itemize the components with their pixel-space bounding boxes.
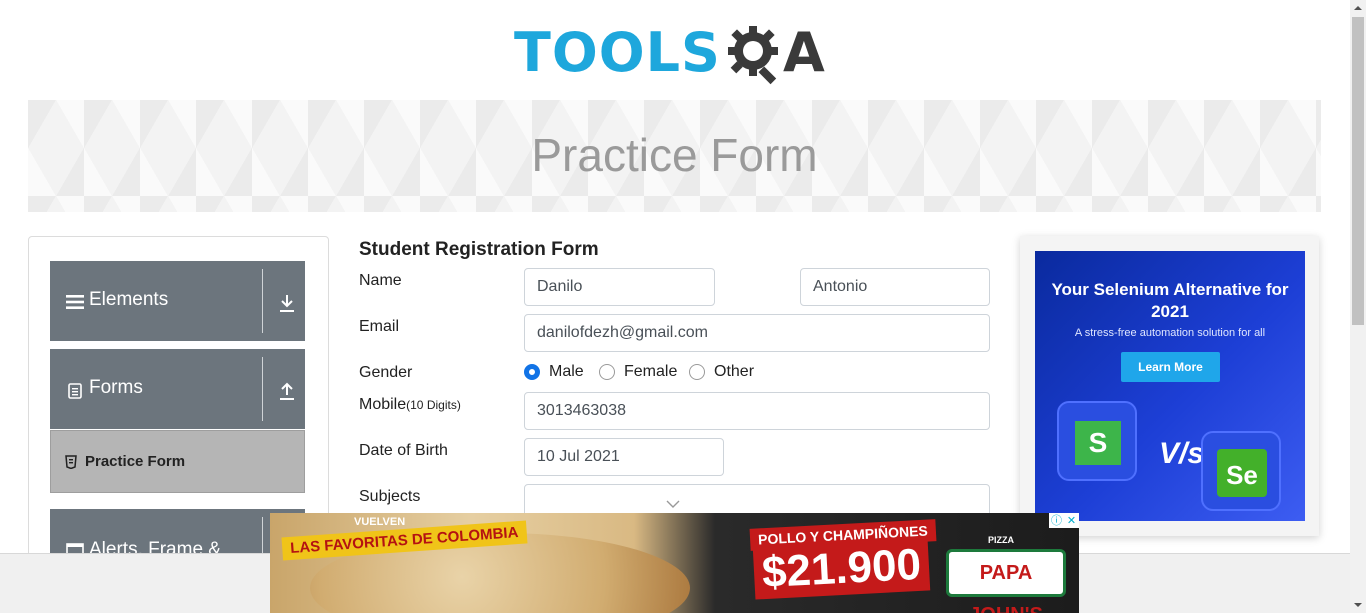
document-icon [68,383,82,399]
ad-info-icon[interactable]: ⓘ [1049,513,1064,528]
mobile-label: Mobile(10 Digits) [359,396,461,414]
scroll-down-icon[interactable] [1350,597,1366,613]
selenium-alternative-ad[interactable]: Your Selenium Alternative for 2021 A str… [1035,251,1305,521]
subjects-label: Subjects [359,488,421,505]
sidebar-group-forms[interactable]: Forms [50,349,305,429]
radio-label: Female [624,363,678,380]
radio-checked-icon[interactable] [524,364,540,380]
papa-johns-ad[interactable]: VUELVEN LAS FAVORITAS DE COLOMBIA POLLO … [270,513,1079,613]
mobile-label-text: Mobile [359,396,407,413]
radio-label: Other [714,363,755,380]
right-ad-container: Your Selenium Alternative for 2021 A str… [1020,236,1319,536]
mobile-hint: (10 Digits) [406,398,461,412]
page-title: Practice Form [531,129,818,181]
radio-label: Male [549,363,584,380]
ad-controls: ⓘ ✕ [1049,513,1079,528]
logo-right-text: Se [1217,449,1267,497]
sidebar-group-label: Forms [89,377,143,398]
html5-shield-icon [65,455,77,469]
gender-radio-female[interactable]: Female [599,363,677,381]
gender-label: Gender [359,364,413,381]
dob-label: Date of Birth [359,442,448,459]
ad-subline: A stress-free automation solution for al… [1074,327,1266,339]
selenium-logo-icon: Se [1201,431,1281,511]
sidebar-item-practice-form[interactable]: Practice Form [50,430,305,493]
gender-radio-other[interactable]: Other [689,363,754,381]
last-name-input[interactable]: Antonio [800,268,990,306]
radio-unchecked-icon[interactable] [689,364,705,380]
brand-name: PAPA JOHN'S [969,562,1043,613]
radio-unchecked-icon[interactable] [599,364,615,380]
brand-logo: PAPA JOHN'S [946,549,1066,613]
scroll-up-icon[interactable] [1350,0,1366,16]
ad-headline: Your Selenium Alternative for 2021 [1051,280,1289,321]
upload-arrow-icon[interactable] [278,381,296,401]
practice-form-page: TOOLS A Practice Form Elements Forms Pra… [0,0,1366,613]
vertical-scrollbar[interactable] [1350,0,1366,613]
first-name-input[interactable]: Danilo [524,268,715,306]
gender-radio-male[interactable]: Male [524,363,584,381]
toolsqa-logo[interactable]: TOOLS A [514,14,825,92]
testsigma-logo-icon: S [1057,401,1137,481]
logo-suffix: A [782,21,825,84]
scrollbar-thumb[interactable] [1352,17,1364,325]
email-input[interactable]: danilofdezh@gmail.com [524,314,990,352]
student-registration-form: Student Registration Form Name Danilo An… [359,236,999,556]
logo-text: TOOLS [514,21,721,84]
sidebar-group-elements[interactable]: Elements [50,261,305,341]
mobile-input[interactable]: 3013463038 [524,392,990,430]
email-label: Email [359,318,400,335]
gear-magnifier-icon [727,26,778,85]
learn-more-button[interactable]: Learn More [1121,352,1220,382]
download-arrow-icon[interactable] [278,293,296,313]
ad-price: $21.900 [752,538,931,600]
divider [262,357,263,421]
versus-text: V/s [1159,437,1205,470]
sidebar-item-label: Practice Form [85,453,186,470]
chevron-down-icon[interactable] [666,500,680,508]
ad-tag-small: VUELVEN [354,516,406,528]
header: TOOLS A [0,0,1350,100]
ad-close-icon[interactable]: ✕ [1064,513,1079,528]
form-title: Student Registration Form [359,239,599,260]
sidebar-group-label: Elements [89,289,169,310]
date-of-birth-input[interactable]: 10 Jul 2021 [524,438,724,476]
divider [262,269,263,333]
name-label: Name [359,272,402,289]
brand-small: PIZZA [988,535,1014,545]
logo-left-text: S [1075,421,1121,465]
page-banner: Practice Form [28,100,1321,212]
menu-lines-icon [66,295,84,309]
